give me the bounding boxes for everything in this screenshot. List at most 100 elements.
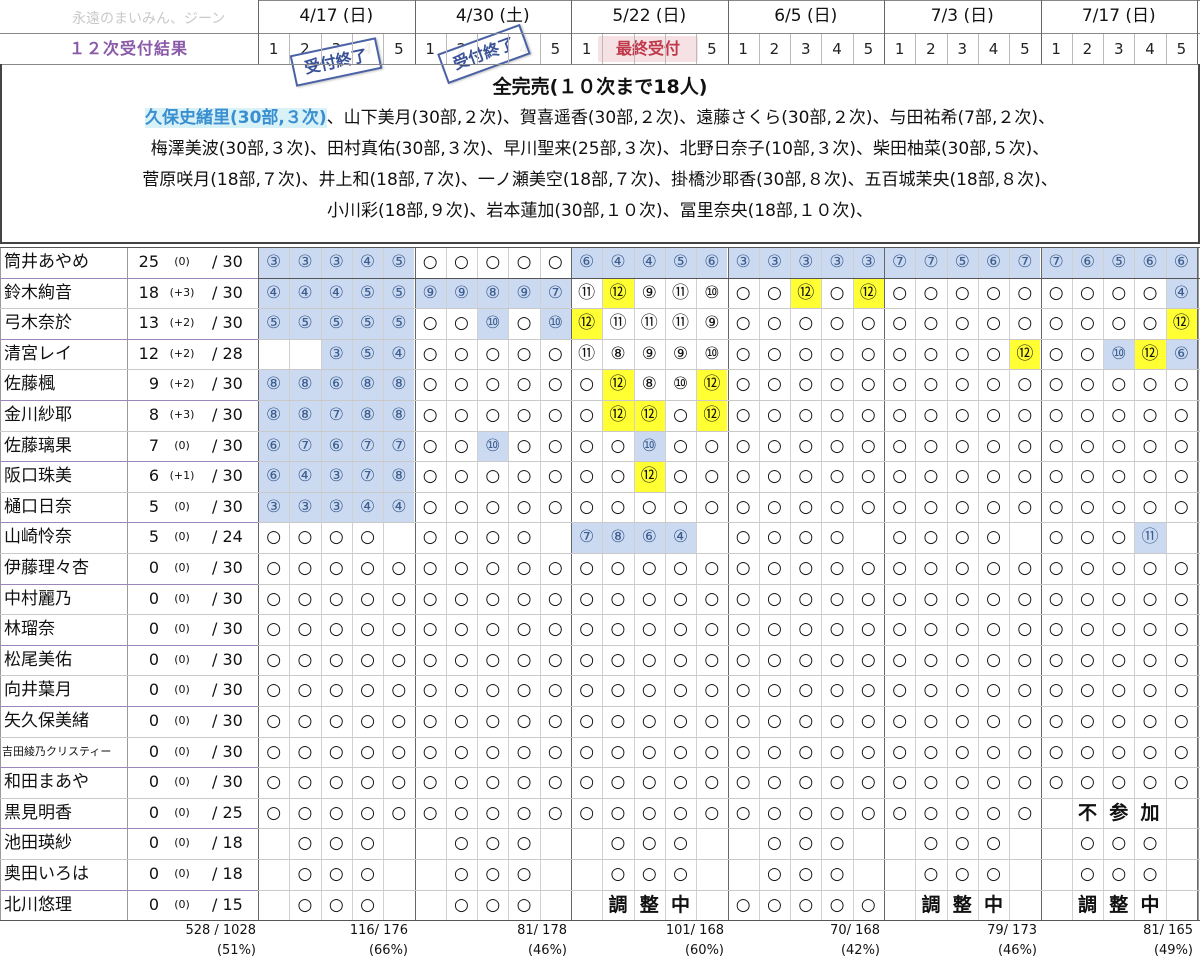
slot-cell: ○ — [516, 496, 532, 517]
slot-cell: ○ — [391, 802, 407, 823]
slot-cell: ⑥ — [1134, 247, 1166, 278]
slot-cell: ○ — [516, 802, 532, 823]
slot-cell: ○ — [829, 496, 845, 517]
slot-cell: ○ — [704, 619, 720, 640]
table-row: 佐藤璃果 7 (0)/ 30 ⑥ ⑦ ⑥ ⑦ ⑦ ○ ○ ⑩ ○ ○ ○ ○ ⑩ ○ ○ ○ ○ ○ ○ ○ ○ ○ ○ ○ ○ ○ ○ ○… — [0, 430, 1200, 462]
sold-count: 13 — [138, 313, 159, 333]
slot-cell: ○ — [829, 619, 845, 640]
column-number: 5 — [1020, 40, 1030, 58]
member-name: 鈴木絢音 — [4, 282, 72, 303]
slot-cell: ○ — [798, 405, 814, 425]
member-name: 筒井あやめ — [4, 252, 89, 272]
slot-cell: ○ — [986, 741, 1001, 762]
grid-line — [0, 461, 258, 462]
slot-cell: ○ — [673, 435, 688, 456]
period-total: 81/ 178 — [517, 923, 567, 939]
slot-cell: ○ — [829, 649, 845, 670]
sold-count: 0 — [148, 649, 159, 669]
slot-cell — [415, 890, 446, 921]
slot-cell: ○ — [579, 711, 595, 731]
slot-cell: ○ — [516, 772, 532, 793]
slot-cell: ○ — [829, 558, 845, 578]
slot-cell: ○ — [923, 466, 939, 487]
sold-count: 5 — [148, 496, 159, 516]
slot-cell: ○ — [1080, 864, 1095, 884]
slot-cell — [1166, 798, 1197, 829]
slot-cell: ⑦ — [351, 430, 384, 462]
slot-cell: ○ — [798, 741, 814, 762]
slot-cell: ⑥ — [320, 430, 352, 462]
slot-cell: ⑥ — [696, 247, 728, 278]
capacity: / 25 — [212, 802, 243, 822]
slot-cell: ○ — [860, 741, 876, 762]
slot-cell: ○ — [641, 741, 657, 762]
slot-cell: ○ — [1173, 649, 1189, 670]
grid-line — [0, 431, 1200, 432]
slot-cell: ○ — [454, 343, 469, 364]
slot-cell: ○ — [767, 374, 782, 395]
slot-cell — [1009, 828, 1040, 859]
slot-cell — [383, 828, 414, 859]
slot-cell: ○ — [579, 741, 595, 762]
slot-cell: ○ — [454, 649, 469, 670]
slot-cell: ○ — [610, 466, 626, 487]
slot-cell: ③ — [289, 491, 321, 523]
slot-cell — [540, 890, 571, 921]
slot-cell: ○ — [767, 802, 782, 823]
slot-cell: ○ — [1142, 588, 1158, 609]
slot-cell: ⑧ — [258, 369, 290, 400]
table-row: 樋口日奈 5 (0)/ 30 ③ ③ ③ ④ ④ ○ ○ ○ ○ ○ ○ ○ ○ ○ ○ ○ ○ ○ ○ ○ ○ ○ ○ ○ ○ ○ ○ ○… — [0, 491, 1200, 523]
slot-cell: ○ — [297, 741, 313, 762]
slot-cell: ○ — [798, 588, 814, 609]
slot-cell — [1009, 859, 1040, 890]
column-number: 1 — [738, 40, 748, 58]
sold-count: 9 — [148, 374, 159, 394]
date-header: 7/3 (日) — [930, 6, 994, 26]
slot-cell: ○ — [1080, 711, 1095, 731]
slot-cell: ○ — [860, 466, 876, 487]
capacity: / 24 — [212, 527, 243, 547]
slot-cell: ○ — [798, 711, 814, 731]
member-name: 清宮レイ — [4, 343, 72, 364]
slot-cell: ○ — [986, 619, 1001, 640]
grid-line — [0, 890, 258, 891]
announcement-heading: 全完売(１０次まで18人) — [492, 76, 708, 98]
slot-cell: ③ — [258, 247, 290, 278]
sold-count: 0 — [148, 894, 159, 914]
slot-cell: ③ — [289, 247, 321, 278]
slot-cell: ○ — [1048, 374, 1064, 395]
sold-diff: (+3) — [169, 285, 195, 299]
slot-cell: ○ — [610, 558, 626, 578]
slot-cell: ○ — [986, 496, 1001, 517]
slot-cell: ○ — [1048, 343, 1064, 364]
slot-cell: ○ — [547, 405, 563, 425]
slot-cell: ○ — [986, 864, 1001, 884]
slot-cell: ○ — [454, 711, 469, 731]
slot-cell: ○ — [1173, 405, 1189, 425]
slot-cell: ○ — [704, 588, 720, 609]
slot-cell: ⑫ — [696, 400, 728, 431]
table-row: 弓木奈於 13 (+2)/ 30 ⑤ ⑤ ⑤ ⑤ ⑤ ○ ○ ⑩ ○ ⑩ ⑫ ⑪ ⑪ ⑪ ⑨ ○ ○ ○ ○ ○ ○ ○ ○ ○ ○ ○… — [0, 308, 1200, 339]
slot-cell: ○ — [422, 772, 438, 793]
sold-diff: (0) — [174, 438, 190, 452]
slot-cell: ○ — [923, 282, 939, 303]
sold-diff: (+1) — [169, 469, 195, 483]
sold-count: 0 — [148, 833, 159, 853]
slot-cell: ○ — [892, 588, 908, 609]
sold-out-announcement: 全完売(１０次まで18人) 久保史緒里(30部,３次)、山下美月(30部,２次)… — [0, 66, 1200, 242]
slot-cell: ○ — [266, 619, 282, 640]
announcement-line-2: 梅澤美波(30部,３次)、田村真佑(30部,３次)、早川聖来(25部,３次)、北… — [150, 139, 1050, 159]
slot-cell: ○ — [610, 833, 626, 854]
slot-cell: ○ — [829, 680, 845, 701]
slot-cell: ⑫ — [602, 369, 634, 400]
capacity: / 18 — [212, 864, 243, 883]
table-row: 向井葉月 0 (0) / 30 ○ ○ ○ ○ ○ ○ ○ ○ ○ ○ ○ ○ ○ ○ ○ ○ ○ ○ ○ ○ ○ ○ ○ ○ ○ ○ ○ ○… — [0, 675, 1200, 706]
slot-cell — [1041, 890, 1072, 921]
slot-cell: ○ — [673, 496, 688, 517]
capacity: / 30 — [212, 588, 243, 608]
slot-cell: ○ — [704, 741, 720, 762]
sold-count: 7 — [148, 435, 159, 455]
slot-cell: ○ — [641, 649, 657, 670]
slot-cell: ○ — [454, 558, 469, 578]
table-row: 阪口珠美 6 (+1) / 30 ⑥ ④ ③ ⑦ ⑧ ○ ○ ○ ○ ○ ○ ○ ⑫ ○ ○ ○ ○ ○ ○ ○ ○ ○ ○ ○ ○ ○ ○… — [0, 461, 1200, 492]
